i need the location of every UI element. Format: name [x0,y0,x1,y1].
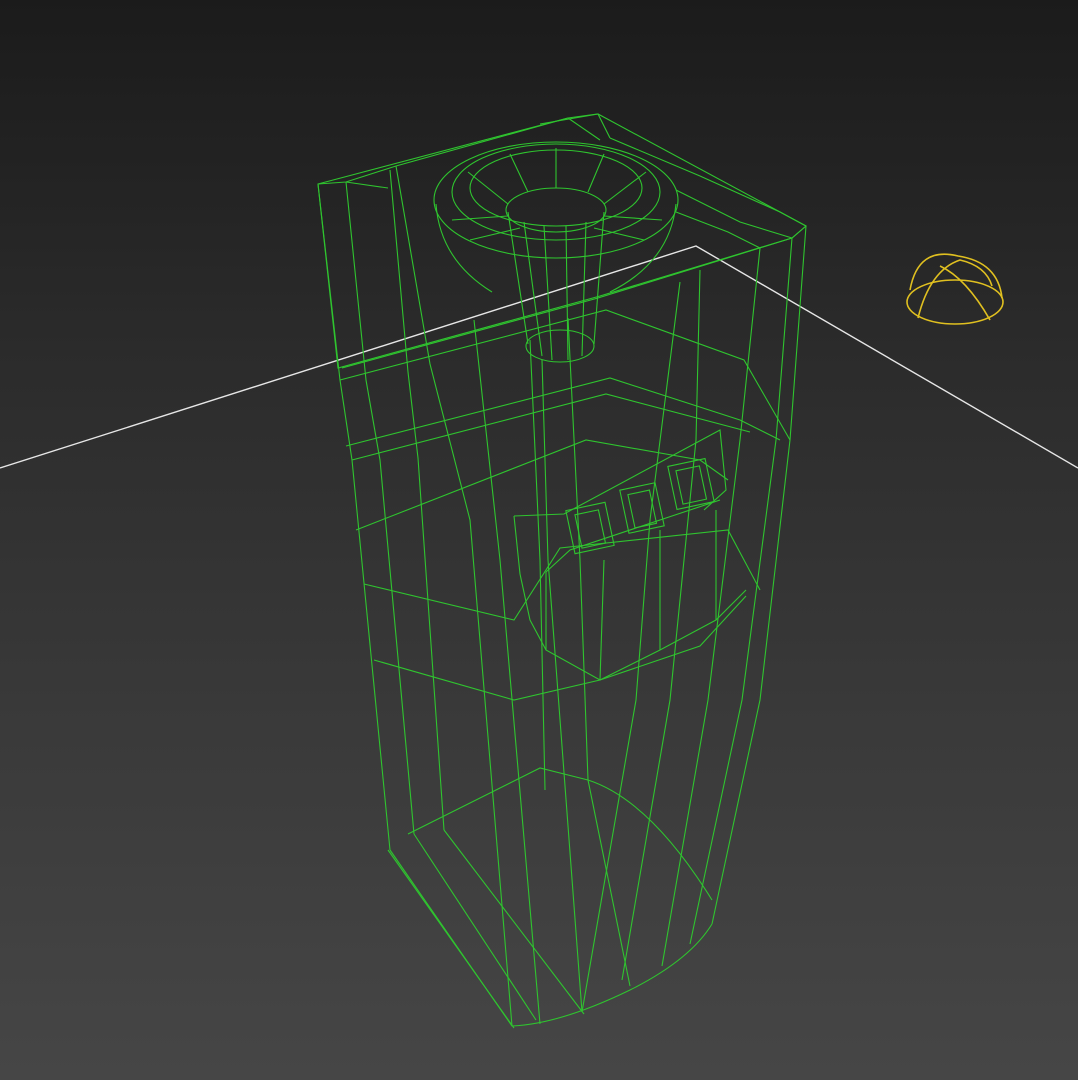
cooler-top-inner-right [610,138,806,226]
cooler-right-edge-4 [622,270,700,980]
viewport-scene[interactable] [0,0,1078,1080]
dispenser-seam-3 [600,560,604,680]
funnel-spoke-5 [604,172,646,204]
dome-light-arc-1 [918,260,992,318]
tap-right[interactable] [668,459,714,510]
cooler-center-edge-4 [568,318,630,986]
ground-plane[interactable] [0,246,1078,468]
cooler-bottom-inner [408,768,712,900]
funnel-spoke-4 [588,154,604,192]
cooler-band-6 [374,596,746,700]
cooler-band-1 [340,310,790,440]
dome-light-icon[interactable] [907,254,1003,324]
cooler-top-edge-front [342,226,806,368]
cooler-bottom-edge [390,850,712,1026]
cooler-band-5 [364,530,760,620]
cooler-left-edge-1 [318,184,390,850]
cooler-right-edge-3 [662,248,760,966]
cooler-left-edge-3 [390,170,444,830]
3d-viewport[interactable] [0,0,1078,1080]
dispenser-panel-2 [546,500,720,572]
dome-light-arc-2 [940,266,990,320]
funnel-spoke-2 [510,154,528,192]
cooler-center-edge-2 [530,340,545,790]
funnel-taper-4 [566,226,568,360]
tap-left[interactable] [566,502,614,553]
cooler-right-edge-2 [690,238,792,944]
cooler-top-back-right-2 [676,212,760,248]
cooler-band-2 [346,378,780,446]
dispenser-seam-1 [514,516,520,574]
funnel-neck [526,330,594,362]
water-cooler-wireframe[interactable] [318,114,806,1028]
funnel-mouth [506,188,606,232]
cooler-right-edge-1 [712,226,806,924]
ground-plane-edge [0,246,1078,468]
funnel-spoke-6 [452,216,508,220]
cooler-top-back-right [676,190,792,238]
funnel[interactable] [434,142,678,362]
cooler-top-seam-3 [568,118,600,140]
cooler-top-seam-1 [346,182,388,188]
funnel-spoke-7 [604,216,662,220]
